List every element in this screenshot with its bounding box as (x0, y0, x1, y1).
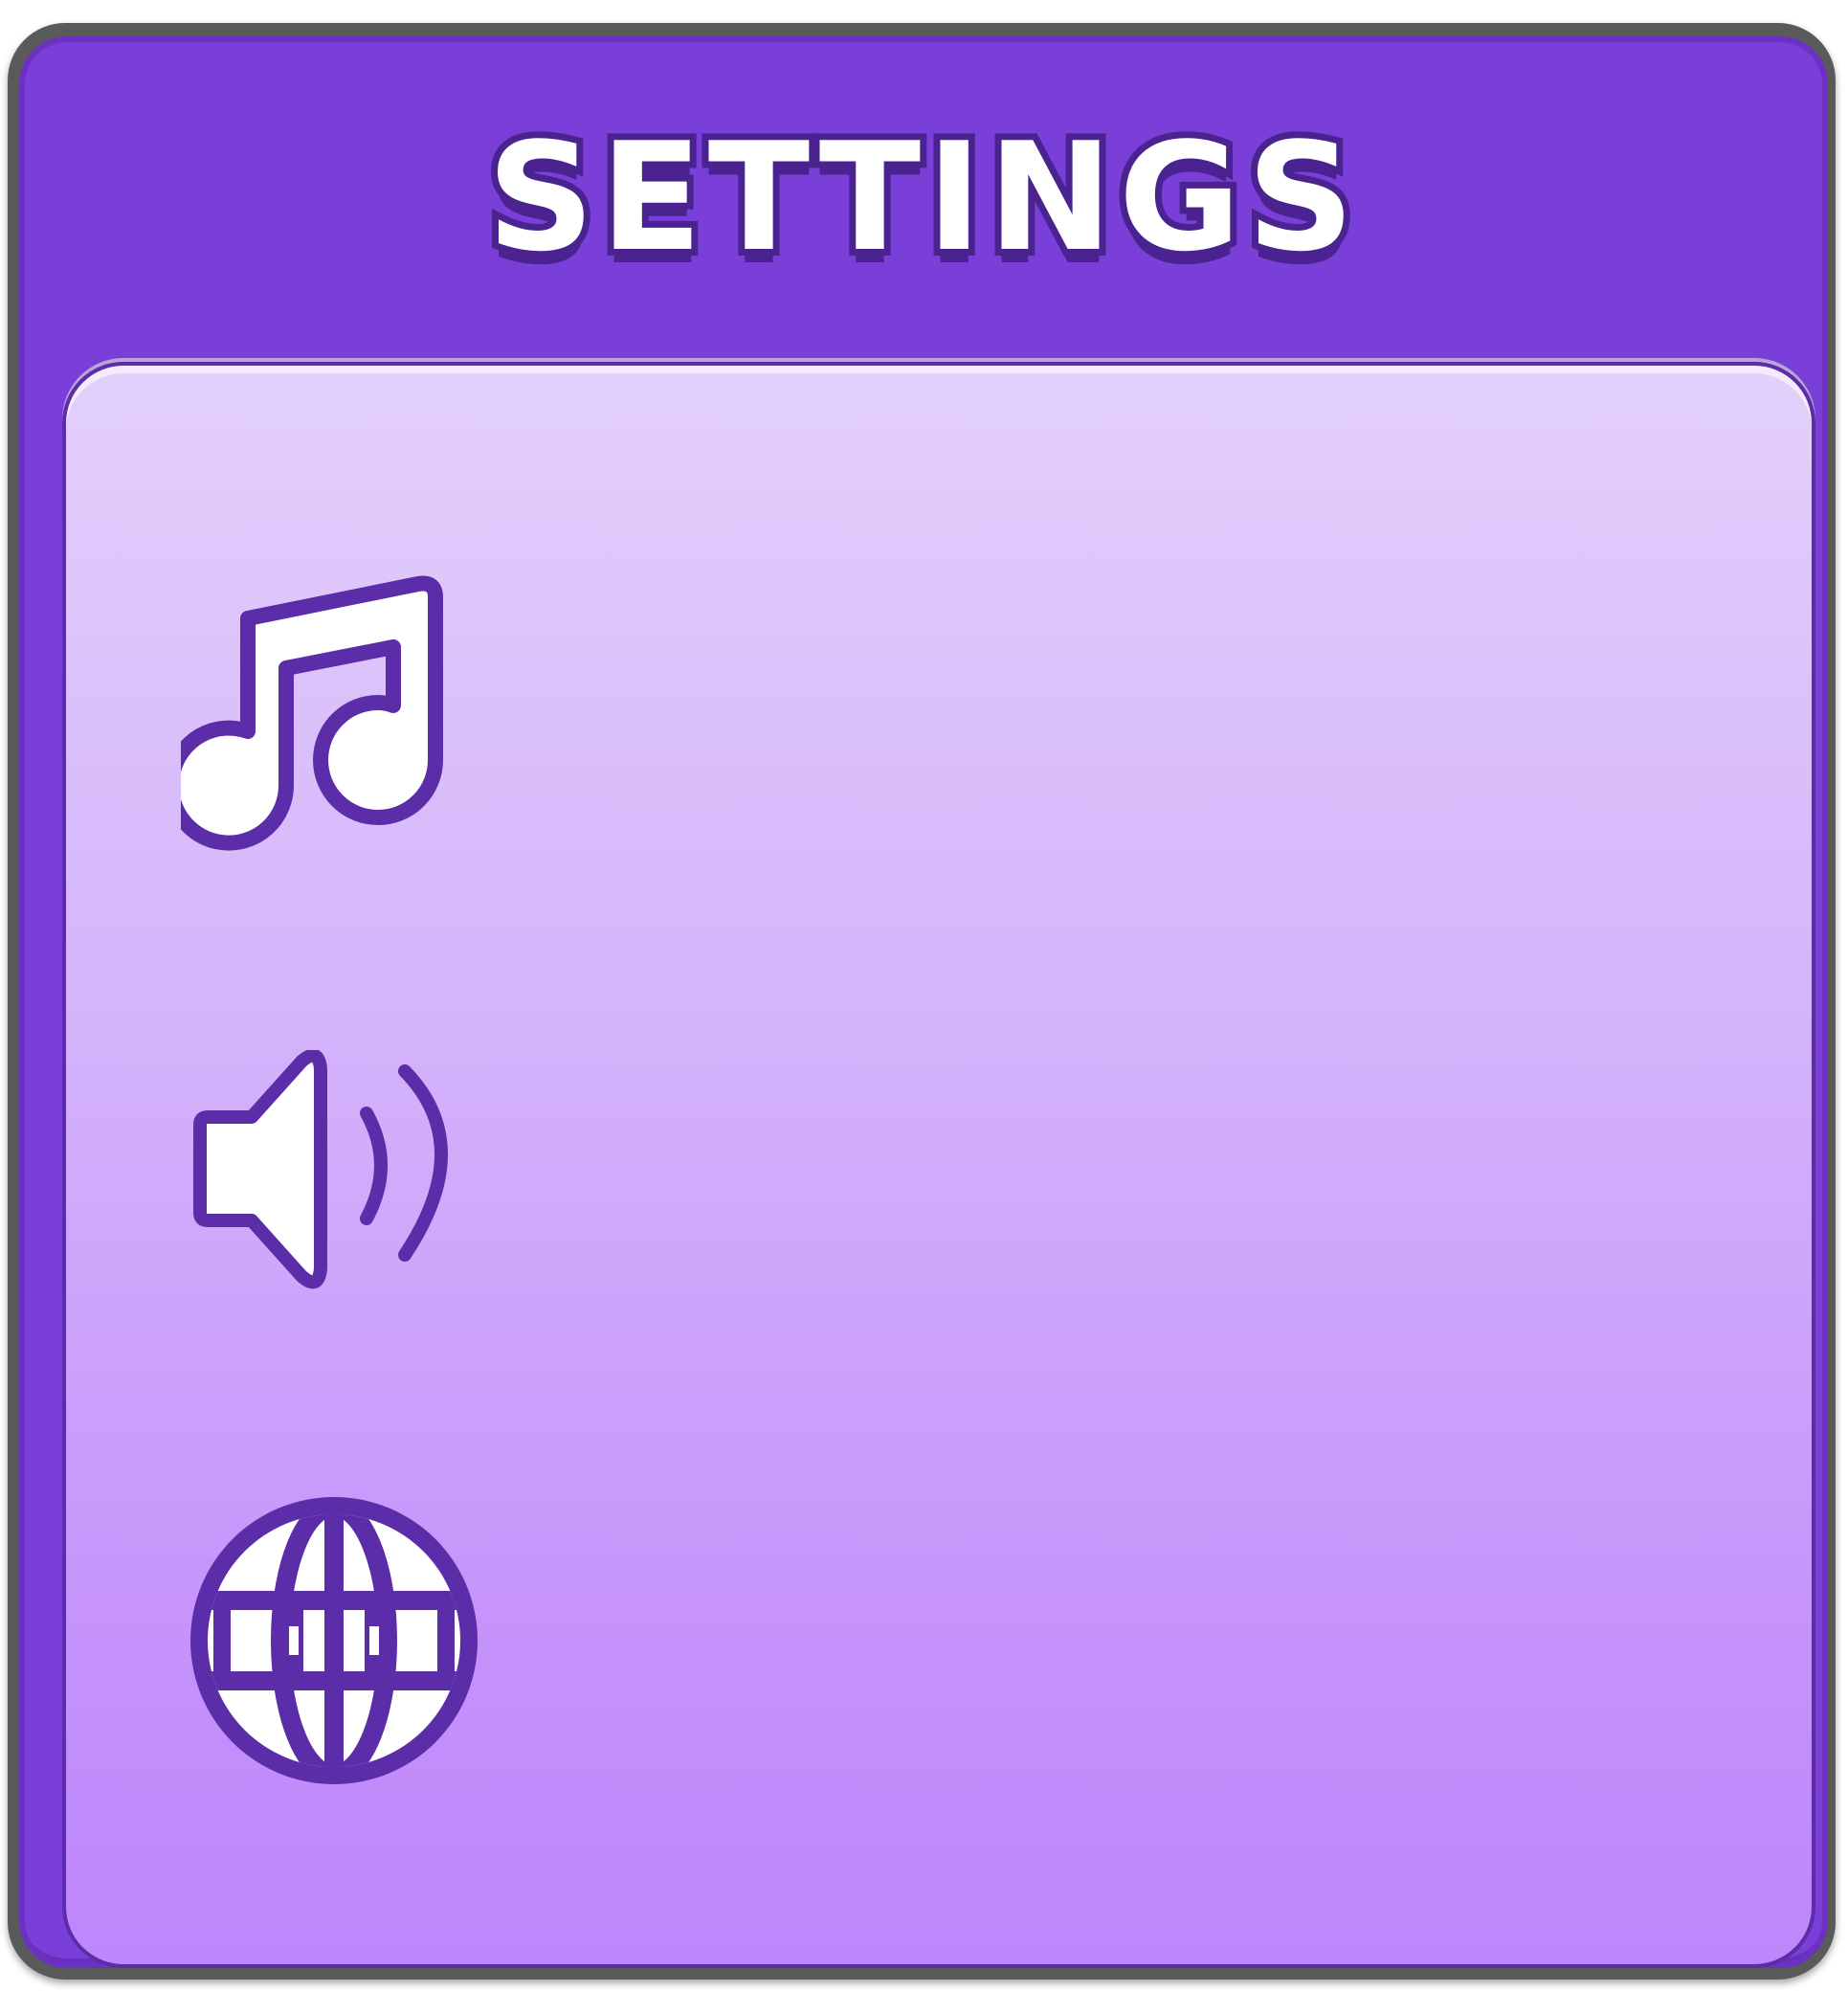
settings-content (62, 362, 1815, 1968)
setting-sound[interactable] (181, 1050, 478, 1289)
music-note-icon[interactable] (181, 569, 458, 856)
settings-window: SETTINGS (8, 23, 1836, 1980)
globe-icon[interactable] (181, 1488, 487, 1794)
speaker-volume-icon[interactable] (181, 1050, 478, 1289)
settings-panel: SETTINGS (19, 36, 1828, 1968)
setting-language[interactable] (181, 1488, 487, 1794)
settings-title: SETTINGS (480, 110, 1361, 284)
setting-music[interactable] (181, 569, 458, 856)
